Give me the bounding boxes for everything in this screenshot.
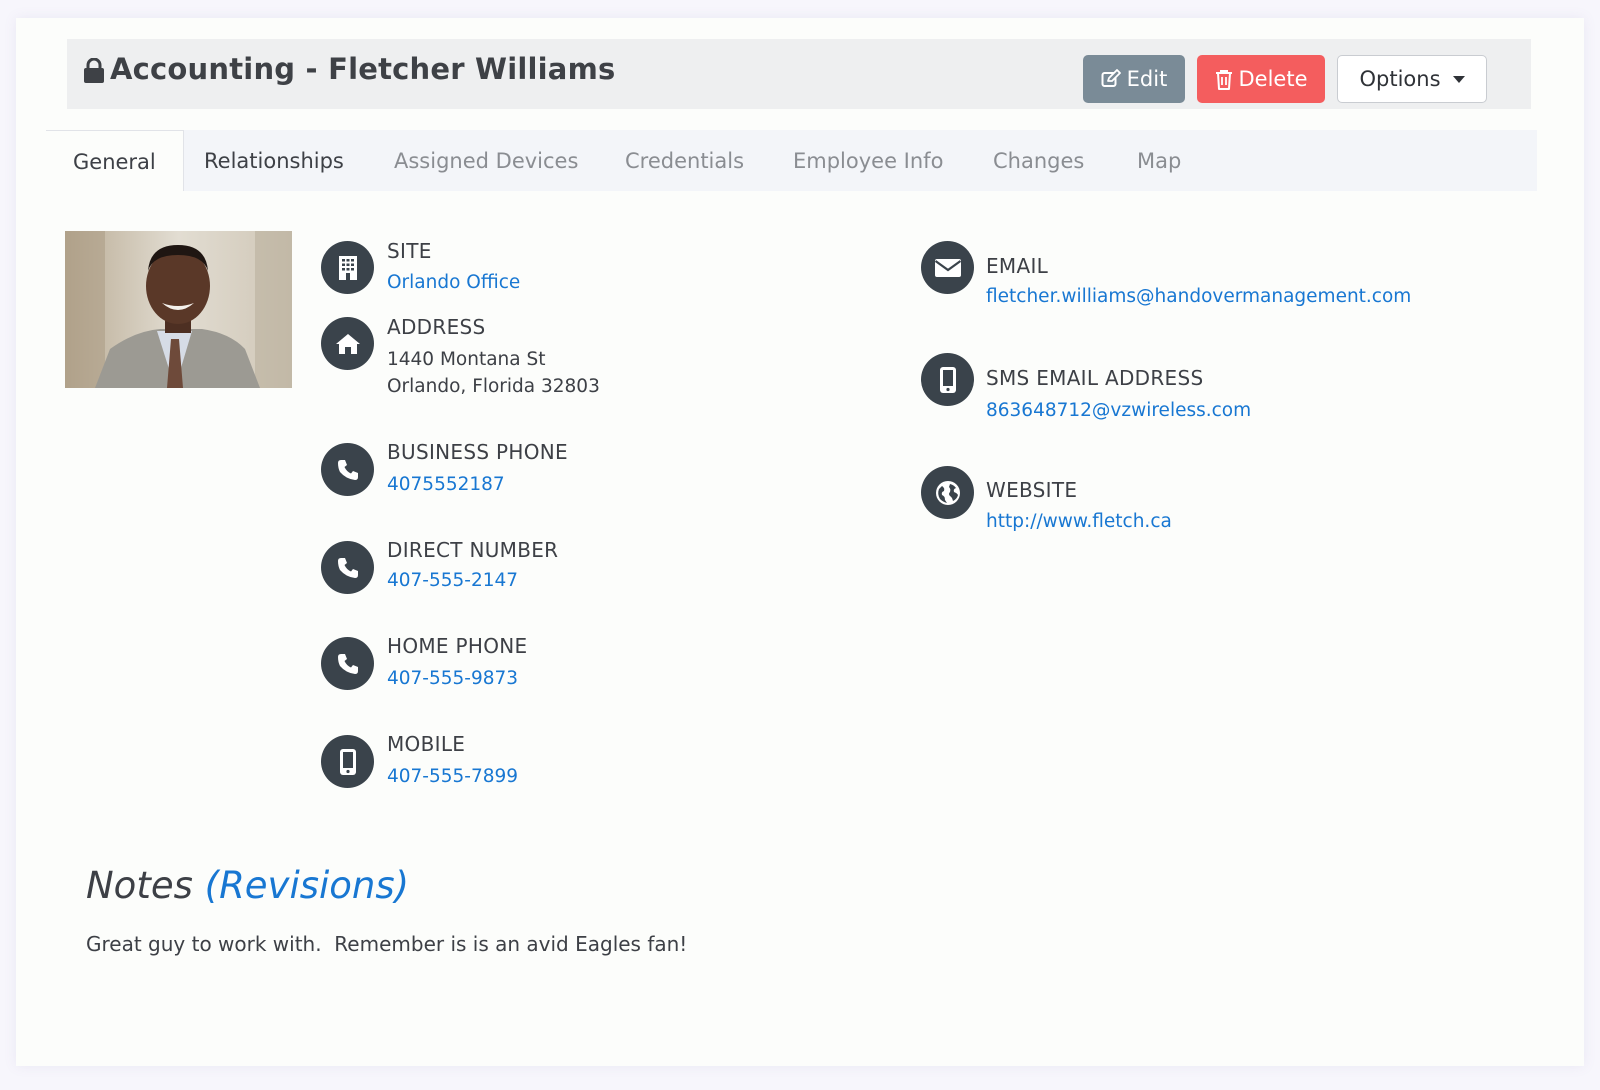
sms-email-label: SMS EMAIL ADDRESS [986,366,1204,390]
globe-icon [921,466,974,519]
email-link[interactable]: fletcher.williams@handovermanagement.com [986,286,1411,307]
notes-title: Notes [86,864,193,907]
website-label: WEBSITE [986,478,1078,502]
phone-icon [321,443,374,496]
direct-number-link[interactable]: 407-555-2147 [387,570,518,591]
tab-relationships[interactable]: Relationships [204,130,344,191]
home-phone-label: HOME PHONE [387,634,528,658]
address-label: ADDRESS [387,315,486,339]
caret-down-icon [1452,75,1465,83]
page-title: Accounting - Fletcher Williams [110,52,616,86]
mobile-label: MOBILE [387,732,466,756]
email-label: EMAIL [986,254,1049,278]
notes-heading: Notes (Revisions) [86,864,409,907]
trash-icon [1215,69,1232,90]
lock-icon [84,58,104,83]
phone-icon [321,541,374,594]
options-dropdown[interactable]: Options [1337,55,1487,103]
edit-button[interactable]: Edit [1083,55,1185,103]
building-icon [321,241,374,294]
contact-photo [65,231,292,388]
direct-number-label: DIRECT NUMBER [387,538,559,562]
edit-button-label: Edit [1126,67,1168,91]
options-button-label: Options [1359,67,1441,91]
address-line2: Orlando, Florida 32803 [387,376,600,397]
business-phone-link[interactable]: 4075552187 [387,474,505,495]
notes-body: Great guy to work with. Remember is is a… [86,932,688,956]
tab-bar: General Relationships Assigned Devices C… [46,130,1537,191]
tab-credentials[interactable]: Credentials [625,130,744,191]
home-phone-link[interactable]: 407-555-9873 [387,668,518,689]
tab-changes[interactable]: Changes [993,130,1084,191]
page-header: Accounting - Fletcher Williams Edit Dele… [67,39,1531,109]
mobile-icon [321,735,374,788]
phone-icon [321,637,374,690]
delete-button[interactable]: Delete [1197,55,1325,103]
tab-general[interactable]: General [46,130,184,191]
edit-icon [1101,69,1121,87]
tab-map[interactable]: Map [1137,130,1181,191]
contact-card: Accounting - Fletcher Williams Edit Dele… [16,18,1584,1066]
tab-assigned-devices[interactable]: Assigned Devices [394,130,578,191]
home-icon [321,317,374,370]
tab-employee-info[interactable]: Employee Info [793,130,943,191]
address-line1: 1440 Montana St [387,349,546,370]
envelope-icon [921,241,974,294]
sms-email-link[interactable]: 863648712@vzwireless.com [986,400,1251,421]
mobile-icon [921,353,974,406]
site-link[interactable]: Orlando Office [387,272,520,293]
delete-button-label: Delete [1238,67,1308,91]
website-link[interactable]: http://www.fletch.ca [986,511,1172,532]
mobile-link[interactable]: 407-555-7899 [387,766,518,787]
revisions-link[interactable]: (Revisions) [205,864,409,907]
business-phone-label: BUSINESS PHONE [387,440,568,464]
site-label: SITE [387,239,432,263]
